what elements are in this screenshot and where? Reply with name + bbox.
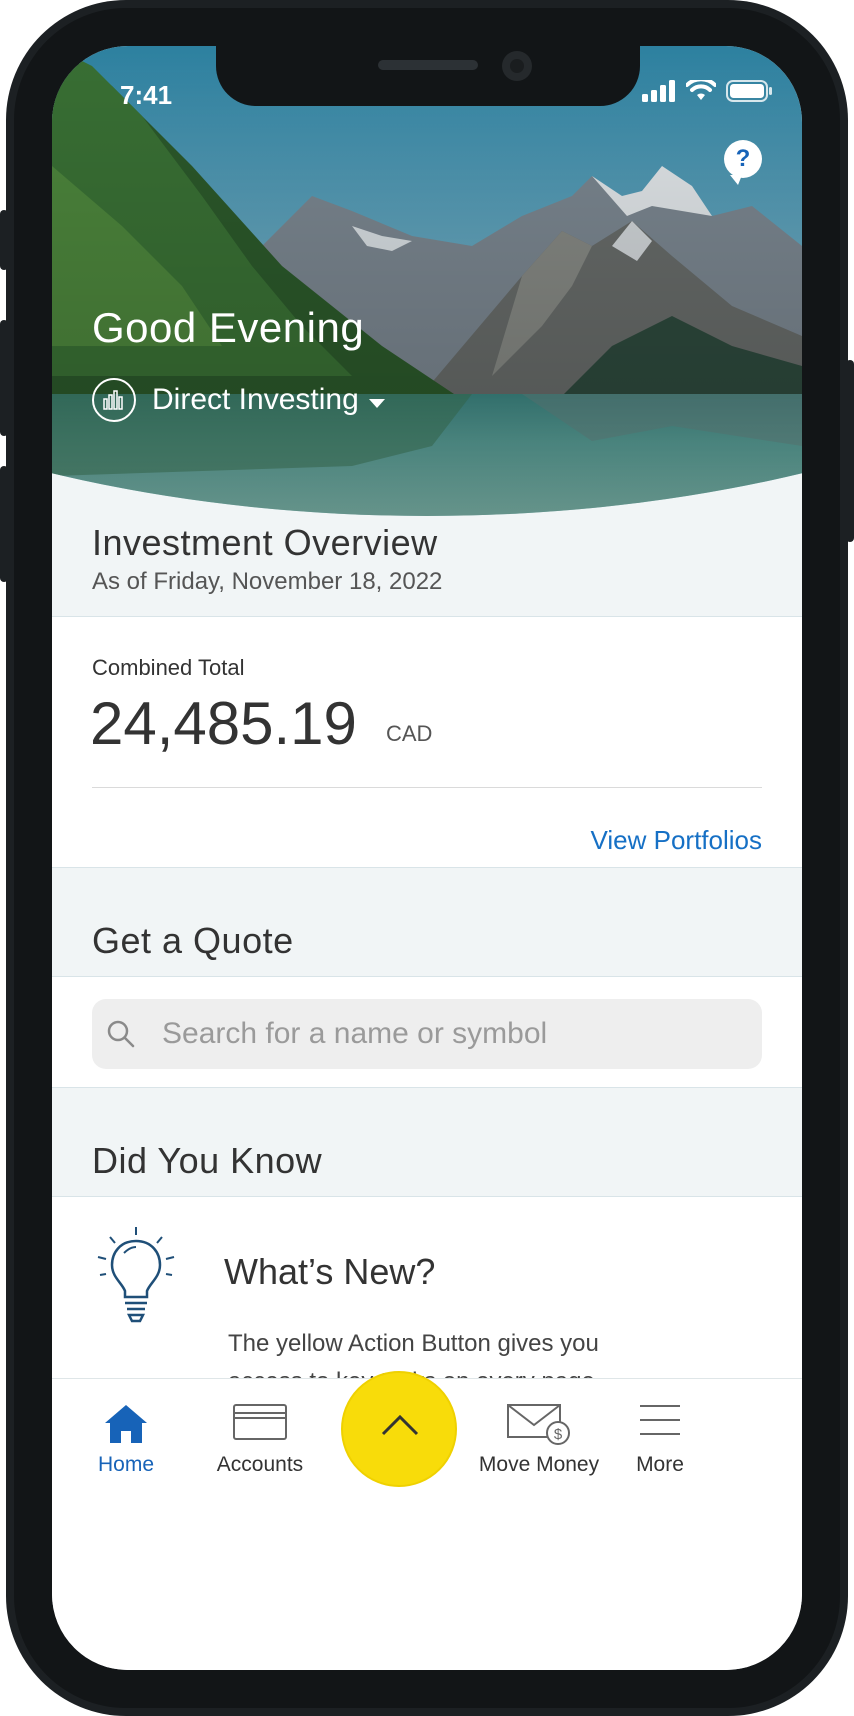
lightbulb-icon	[97, 1227, 175, 1323]
combined-total-card: Combined Total 24,485.19 CAD View Portfo…	[52, 616, 802, 868]
wifi-icon	[686, 80, 716, 100]
bar-chart-icon	[92, 378, 136, 422]
tab-more-label: More	[636, 1453, 684, 1476]
hero-banner	[52, 46, 802, 516]
status-time: 7:41	[120, 80, 173, 110]
overview-title: Investment Overview	[92, 522, 438, 563]
greeting-title: Good Evening	[92, 304, 365, 351]
status-icons	[642, 80, 772, 102]
combined-total-label: Combined Total	[92, 655, 245, 680]
side-button-mute	[0, 210, 8, 270]
chevron-up-icon	[381, 1414, 419, 1436]
home-icon	[105, 1405, 147, 1443]
signal-icon	[642, 80, 675, 102]
view-portfolios-link[interactable]: View Portfolios	[591, 825, 763, 856]
currency-label: CAD	[386, 721, 433, 746]
card-icon	[233, 1404, 287, 1440]
side-button-volume-down	[0, 466, 8, 582]
device-notch	[216, 46, 640, 106]
help-button[interactable]: ?	[724, 140, 762, 185]
hamburger-icon	[640, 1405, 680, 1435]
search-placeholder: Search for a name or symbol	[162, 1017, 548, 1050]
quote-search-input[interactable]: Search for a name or symbol	[92, 999, 762, 1069]
speaker-grille	[378, 60, 478, 70]
side-button-volume-up	[0, 320, 8, 436]
whats-new-title: What’s New?	[224, 1251, 436, 1292]
get-a-quote-title: Get a Quote	[92, 920, 294, 961]
tab-home-label: Home	[97, 1453, 155, 1476]
divider	[92, 787, 762, 788]
mountain-lake-image	[52, 46, 802, 516]
svg-text:$: $	[554, 1426, 563, 1443]
battery-icon	[726, 80, 772, 102]
envelope-dollar-icon: $	[507, 1404, 570, 1445]
account-context-selector[interactable]: Direct Investing	[92, 378, 385, 422]
tab-accounts-label: Accounts	[216, 1453, 304, 1476]
quote-search-card: Search for a name or symbol	[52, 976, 802, 1088]
caret-down-icon	[368, 398, 385, 408]
app-screen: 7:41 ? Good Evening Direct Investing Inv…	[52, 46, 802, 1670]
overview-as-of-date: As of Friday, November 18, 2022	[92, 568, 443, 595]
front-camera	[502, 51, 532, 81]
action-button[interactable]	[341, 1371, 457, 1487]
account-context-label: Direct Investing	[152, 383, 359, 416]
combined-total-value: 24,485.19	[90, 690, 357, 757]
side-button-power	[846, 360, 854, 542]
bottom-tab-bar: Home Accounts $ Move Money More	[52, 1371, 802, 1670]
search-icon	[107, 1020, 135, 1048]
did-you-know-title: Did You Know	[92, 1140, 323, 1181]
